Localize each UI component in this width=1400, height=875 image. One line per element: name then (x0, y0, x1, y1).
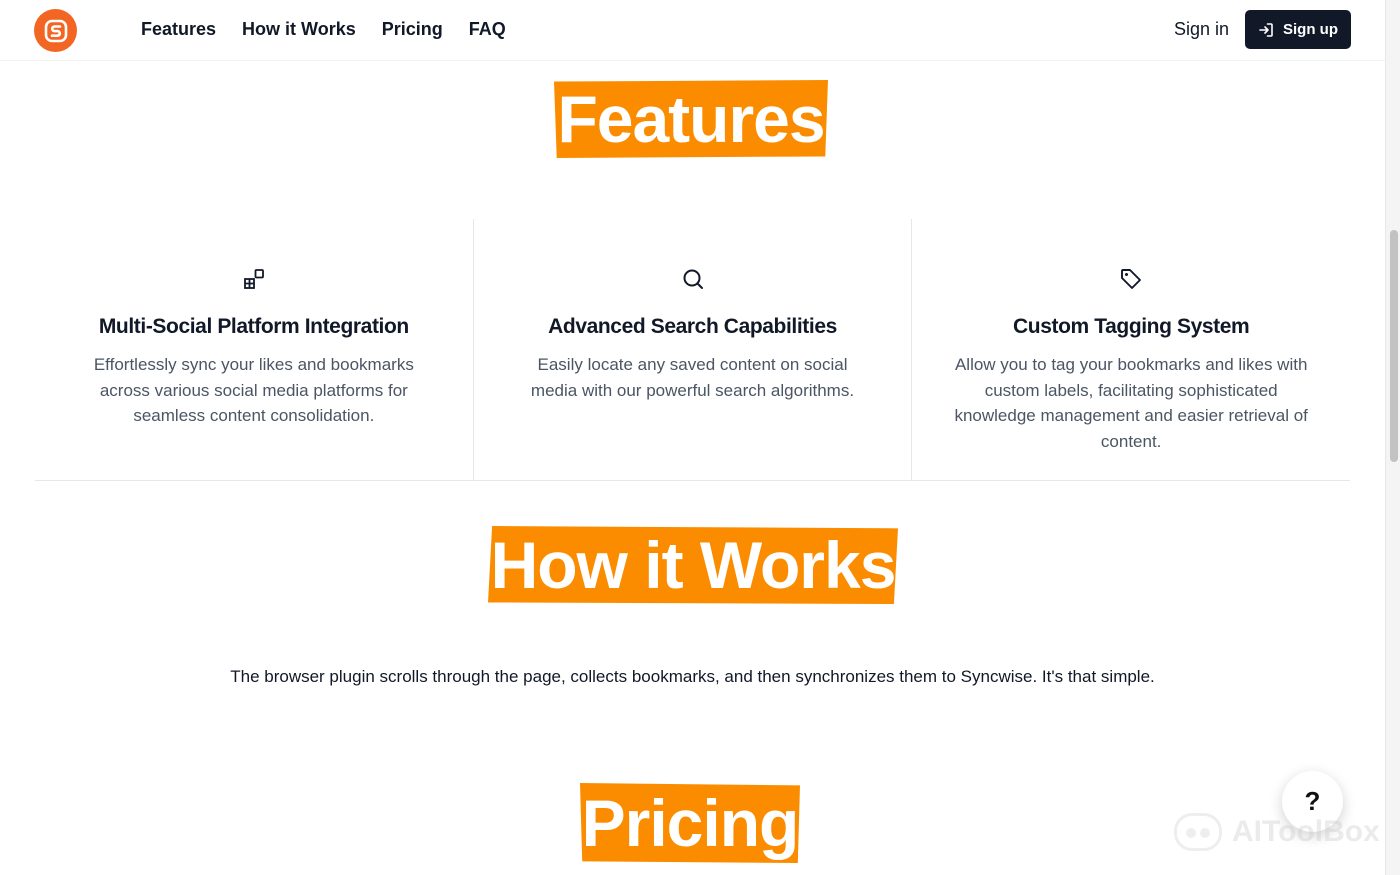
nav-link-faq[interactable]: FAQ (469, 19, 506, 40)
how-it-works-description: The browser plugin scrolls through the p… (230, 667, 1155, 686)
nav-link-how-it-works[interactable]: How it Works (242, 19, 356, 40)
sign-in-link[interactable]: Sign in (1174, 19, 1229, 40)
nav-link-features[interactable]: Features (141, 19, 216, 40)
feature-title: Multi-Social Platform Integration (98, 315, 409, 338)
s-logo-icon[interactable] (34, 9, 77, 52)
pricing-heading: Pricing (580, 783, 800, 863)
blocks-icon (243, 269, 264, 289)
main-nav: Features How it Works Pricing FAQ (141, 19, 532, 40)
search-icon (683, 269, 703, 289)
feature-title: Advanced Search Capabilities (548, 315, 837, 338)
feature-title: Custom Tagging System (1013, 315, 1250, 338)
scrollbar-thumb[interactable] (1390, 230, 1398, 462)
watermark: AIToolBox (1174, 813, 1380, 851)
feature-card: Custom Tagging System Allow you to tag y… (911, 219, 1350, 480)
tag-icon (1121, 269, 1142, 289)
feature-description: Easily locate any saved content on socia… (530, 355, 855, 400)
page-scrollbar[interactable] (1385, 0, 1400, 875)
logo-glyph (44, 19, 67, 42)
site-header: Features How it Works Pricing FAQ Sign i… (0, 0, 1385, 61)
feature-card: Advanced Search Capabilities Easily loca… (472, 219, 912, 480)
features-heading: Features (554, 80, 828, 158)
feature-card: Multi-Social Platform Integration Effort… (35, 219, 473, 480)
sign-up-button[interactable]: Sign up (1245, 10, 1351, 49)
feature-description: Allow you to tag your bookmarks and like… (954, 355, 1308, 451)
how-it-works-heading: How it Works (488, 526, 898, 604)
feature-description: Effortlessly sync your likes and bookmar… (93, 355, 414, 425)
watermark-logo-icon (1174, 813, 1222, 851)
sign-up-label: Sign up (1283, 21, 1338, 38)
watermark-text: AIToolBox (1232, 815, 1380, 848)
sign-in-arrow-icon (1259, 22, 1273, 37)
features-grid: Multi-Social Platform Integration Effort… (35, 219, 1350, 481)
nav-link-pricing[interactable]: Pricing (382, 19, 443, 40)
